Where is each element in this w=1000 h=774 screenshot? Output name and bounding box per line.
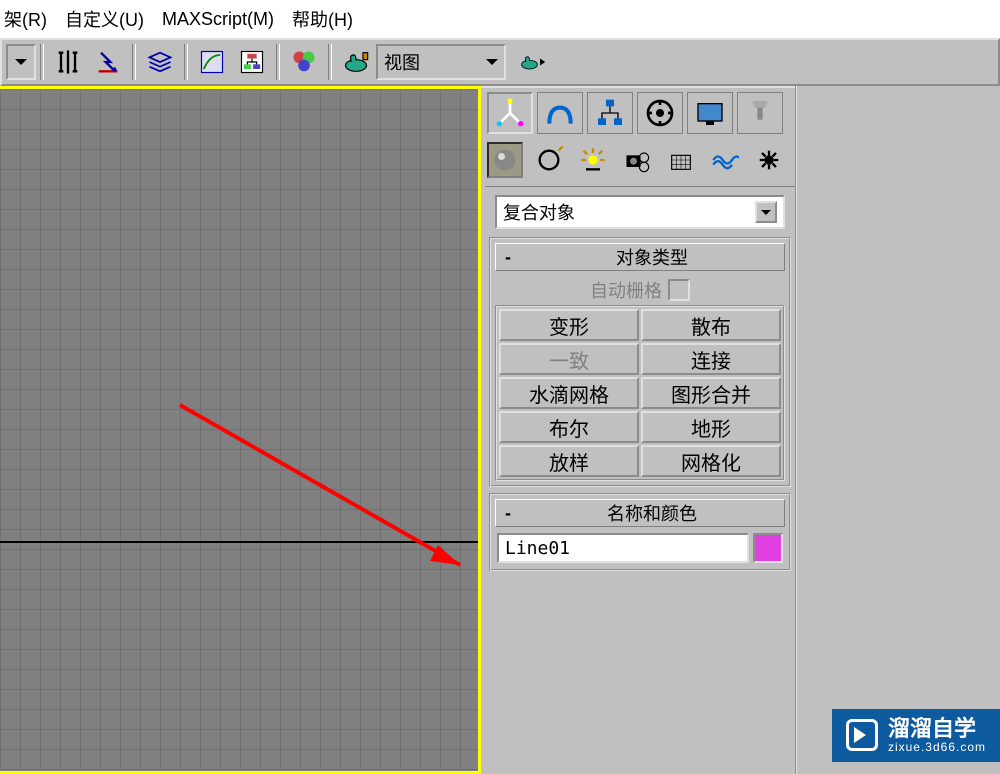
viewport[interactable]: [0, 86, 481, 774]
render-setup-icon[interactable]: [337, 44, 375, 80]
rollout-header-object-type[interactable]: - 对象类型: [495, 243, 785, 271]
material-editor-icon[interactable]: [285, 44, 323, 80]
menu-maxscript[interactable]: MAXScript(M): [162, 9, 274, 30]
subtab-lights[interactable]: [575, 142, 611, 178]
selection-filter-dropdown[interactable]: [6, 44, 36, 80]
btn-loft[interactable]: 放样: [499, 445, 639, 477]
command-panel-tabs: [485, 88, 795, 138]
curve-editor-icon[interactable]: [193, 44, 231, 80]
autogrid-checkbox: [668, 279, 690, 301]
btn-mesher[interactable]: 网格化: [641, 445, 781, 477]
subtab-systems[interactable]: [751, 142, 787, 178]
rollout-header-name-color[interactable]: - 名称和颜色: [495, 499, 785, 527]
grid-axis-h: [0, 541, 478, 543]
watermark-title: 溜溜自学: [888, 717, 986, 741]
menu-help[interactable]: 帮助(H): [292, 6, 353, 32]
main-toolbar: 视图: [0, 38, 1000, 86]
watermark-domain: zixue.3d66.com: [888, 741, 986, 754]
menu-bar: 架(R) 自定义(U) MAXScript(M) 帮助(H): [0, 0, 1000, 38]
autogrid-row: 自动栅格: [495, 275, 785, 305]
object-type-buttons: 变形 散布 一致 连接 水滴网格 图形合并 布尔 地形 放样 网格化: [495, 305, 785, 481]
tab-modify[interactable]: [537, 92, 583, 134]
menu-reactor[interactable]: 架(R): [4, 6, 47, 32]
subtab-spacewarps[interactable]: [707, 142, 743, 178]
rollout-object-type: - 对象类型 自动栅格 变形 散布 一致 连接 水滴网格 图形合并 布尔 地形 …: [489, 237, 791, 487]
object-name-input[interactable]: Line01: [497, 533, 749, 563]
btn-shapemerge[interactable]: 图形合并: [641, 377, 781, 409]
btn-terrain[interactable]: 地形: [641, 411, 781, 443]
subtab-helpers[interactable]: [663, 142, 699, 178]
layers-icon[interactable]: [141, 44, 179, 80]
command-panel: 复合对象 - 对象类型 自动栅格 变形 散布 一致 连接 水滴网格: [481, 86, 795, 774]
autogrid-label: 自动栅格: [590, 277, 662, 303]
tab-create[interactable]: [487, 92, 533, 134]
watermark-logo-icon: [846, 719, 878, 751]
quick-render-icon[interactable]: [507, 44, 559, 80]
tab-motion[interactable]: [637, 92, 683, 134]
btn-boolean[interactable]: 布尔: [499, 411, 639, 443]
subtab-geometry[interactable]: [487, 142, 523, 178]
tab-utilities[interactable]: [737, 92, 783, 134]
btn-conform: 一致: [499, 343, 639, 375]
align-icon[interactable]: [89, 44, 127, 80]
mirror-icon[interactable]: [49, 44, 87, 80]
render-view-dropdown[interactable]: 视图: [376, 44, 506, 80]
btn-blobmesh[interactable]: 水滴网格: [499, 377, 639, 409]
object-color-swatch[interactable]: [753, 533, 783, 563]
btn-scatter[interactable]: 散布: [641, 309, 781, 341]
panel-right-margin: [795, 86, 1000, 774]
btn-morph[interactable]: 变形: [499, 309, 639, 341]
menu-customize[interactable]: 自定义(U): [65, 6, 144, 32]
viewport-grid: [0, 89, 478, 771]
watermark: 溜溜自学 zixue.3d66.com: [832, 709, 1000, 762]
schematic-view-icon[interactable]: [233, 44, 271, 80]
geometry-category-dropdown[interactable]: 复合对象: [495, 195, 785, 229]
rollout-name-color: - 名称和颜色 Line01: [489, 493, 791, 571]
tab-hierarchy[interactable]: [587, 92, 633, 134]
tab-display[interactable]: [687, 92, 733, 134]
subtab-cameras[interactable]: [619, 142, 655, 178]
btn-connect[interactable]: 连接: [641, 343, 781, 375]
create-subtabs: [485, 138, 795, 187]
subtab-shapes[interactable]: [531, 142, 567, 178]
